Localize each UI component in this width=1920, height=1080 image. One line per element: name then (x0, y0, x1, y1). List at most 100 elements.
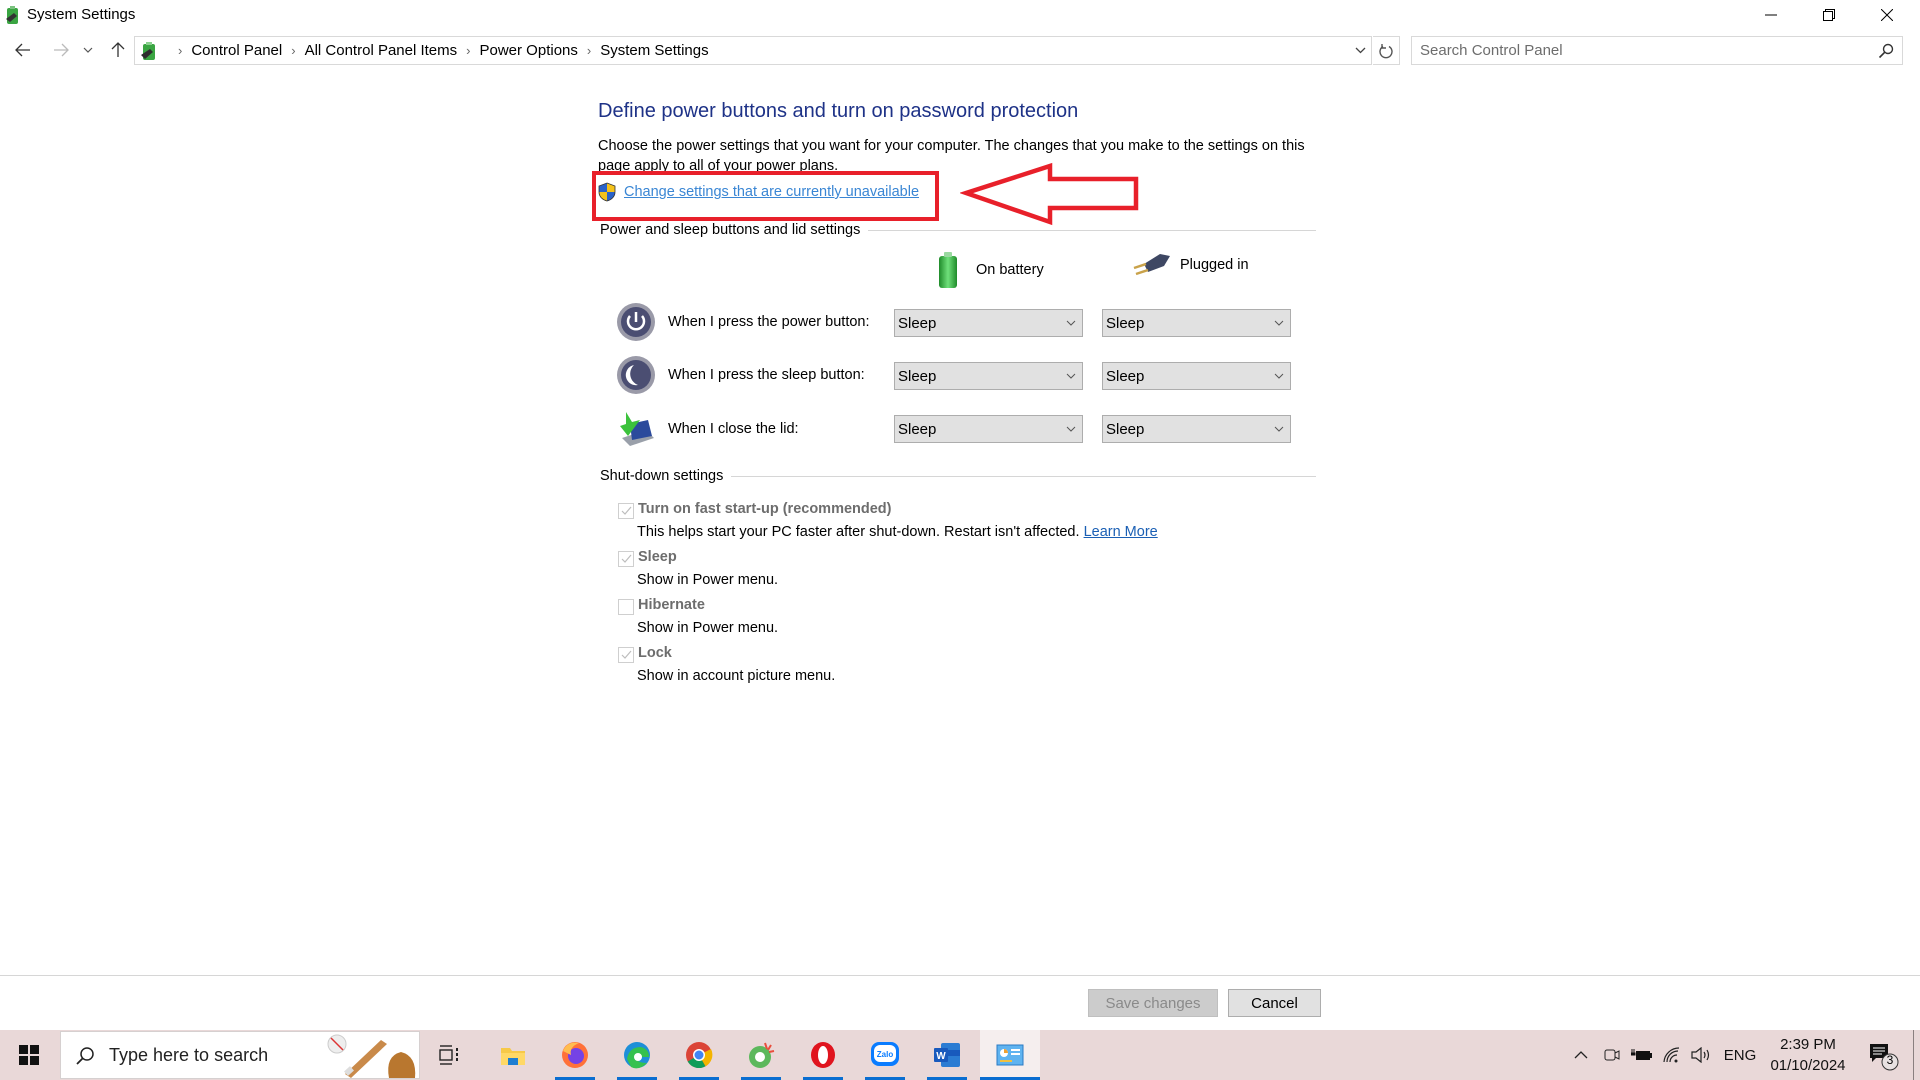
firefox-icon (562, 1042, 588, 1068)
volume-icon (1691, 1047, 1710, 1063)
baseball-doodle-icon (327, 1034, 416, 1078)
chevron-up-icon (1574, 1051, 1588, 1059)
checkmark-icon (621, 554, 632, 563)
select-value: Sleep (898, 314, 937, 332)
search-icon[interactable] (1878, 43, 1894, 59)
search-box[interactable] (1411, 36, 1903, 65)
show-hidden-icons-button[interactable] (1568, 1030, 1594, 1080)
restore-button[interactable] (1800, 0, 1858, 30)
power-button-plugged-in-select[interactable]: Sleep (1102, 309, 1291, 337)
notification-count: 3 (1886, 1053, 1894, 1067)
address-history-dropdown[interactable] (1349, 37, 1371, 64)
taskbar-app-opera[interactable] (793, 1030, 853, 1080)
refresh-button[interactable] (1373, 36, 1400, 65)
coccoc-icon (749, 1042, 775, 1068)
search-input[interactable] (1420, 37, 1860, 64)
taskbar-app-word[interactable]: W (917, 1030, 977, 1080)
windows-logo-icon (19, 1045, 39, 1065)
refresh-icon (1379, 43, 1393, 58)
breadcrumb-separator: › (586, 43, 592, 58)
select-value: Sleep (898, 367, 937, 385)
address-bar[interactable]: › Control Panel › All Control Panel Item… (134, 36, 1372, 65)
learn-more-link[interactable]: Learn More (1084, 524, 1158, 540)
sleep-label: Sleep (638, 549, 677, 565)
taskbar-search-placeholder: Type here to search (109, 1045, 269, 1065)
sleep-button-on-battery-select[interactable]: Sleep (894, 362, 1083, 390)
recent-locations-button[interactable] (80, 38, 96, 62)
battery-charging-icon (1631, 1049, 1652, 1060)
chevron-down-icon (1066, 373, 1076, 379)
show-desktop-button[interactable] (1913, 1030, 1914, 1080)
task-view-icon (439, 1045, 458, 1065)
close-lid-on-battery-select[interactable]: Sleep (894, 415, 1083, 443)
power-button-icon (617, 303, 655, 341)
breadcrumb-system-settings[interactable]: System Settings (600, 42, 708, 59)
taskbar-app-firefox[interactable] (545, 1030, 605, 1080)
arrow-left-icon (15, 43, 30, 57)
fast-startup-checkbox[interactable] (618, 503, 634, 519)
column-on-battery: On battery (936, 250, 1044, 290)
taskbar-search-box[interactable]: Type here to search (60, 1031, 420, 1079)
fast-startup-label: Turn on fast start-up (recommended) (638, 501, 892, 517)
zalo-icon: Zalo (871, 1042, 899, 1066)
select-value: Sleep (898, 420, 937, 438)
chevron-down-icon (1274, 426, 1284, 432)
taskbar-app-edge[interactable] (607, 1030, 667, 1080)
close-lid-plugged-in-select[interactable]: Sleep (1102, 415, 1291, 443)
tray-volume-button[interactable] (1688, 1030, 1716, 1080)
back-button[interactable] (11, 38, 35, 62)
column-label: Plugged in (1180, 257, 1249, 273)
power-group-label: Power and sleep buttons and lid settings (600, 222, 869, 238)
select-value: Sleep (1106, 420, 1145, 438)
clock-time: 2:39 PM (1780, 1036, 1836, 1053)
taskbar-app-chrome[interactable] (669, 1030, 729, 1080)
minimize-button[interactable] (1742, 0, 1800, 30)
cancel-button[interactable]: Cancel (1228, 989, 1321, 1017)
title-bar: System Settings (0, 0, 1920, 30)
minimize-icon (1765, 14, 1777, 16)
language-indicator[interactable]: ENG (1720, 1030, 1760, 1080)
camera-icon (1604, 1049, 1620, 1061)
breadcrumb-control-panel[interactable]: Control Panel (191, 42, 282, 59)
breadcrumb-separator: › (291, 43, 296, 58)
breadcrumb-separator: › (466, 43, 471, 58)
chevron-down-icon (83, 47, 93, 53)
checkmark-icon (621, 506, 632, 515)
sleep-checkbox[interactable] (618, 551, 634, 567)
sleep-button-label: When I press the sleep button: (668, 367, 865, 383)
breadcrumb: › Control Panel › All Control Panel Item… (169, 37, 709, 64)
taskbar-app-file-explorer[interactable] (483, 1030, 543, 1080)
page-title: Define power buttons and turn on passwor… (598, 100, 1079, 122)
clock-date: 01/10/2024 (1770, 1057, 1846, 1074)
hibernate-checkbox[interactable] (618, 599, 634, 615)
hibernate-desc: Show in Power menu. (637, 620, 779, 636)
control-panel-icon (996, 1044, 1024, 1066)
notification-icon (1870, 1044, 1899, 1071)
breadcrumb-all-items[interactable]: All Control Panel Items (305, 42, 458, 59)
notification-center-button[interactable]: 3 (1866, 1042, 1902, 1072)
tray-battery-button[interactable] (1628, 1030, 1656, 1080)
taskbar-app-control-panel[interactable] (980, 1030, 1040, 1080)
taskbar-app-coccoc[interactable] (731, 1030, 791, 1080)
lock-checkbox[interactable] (618, 647, 634, 663)
taskbar-app-zalo[interactable]: Zalo (855, 1030, 915, 1080)
opera-icon (811, 1042, 835, 1068)
tray-camera-icon-button[interactable] (1598, 1030, 1626, 1080)
clock[interactable]: 2:39 PM 01/10/2024 (1762, 1034, 1854, 1076)
svg-text:W: W (936, 1051, 946, 1062)
start-button[interactable] (0, 1030, 58, 1080)
up-button[interactable] (106, 38, 130, 62)
power-button-on-battery-select[interactable]: Sleep (894, 309, 1083, 337)
power-options-app-icon (6, 6, 18, 24)
breadcrumb-power-options[interactable]: Power Options (480, 42, 578, 59)
save-changes-button[interactable]: Save changes (1088, 989, 1218, 1017)
tray-wifi-button[interactable] (1658, 1030, 1686, 1080)
word-icon: W (934, 1043, 960, 1067)
close-button[interactable] (1858, 0, 1916, 30)
chevron-down-icon (1066, 320, 1076, 326)
sleep-button-plugged-in-select[interactable]: Sleep (1102, 362, 1291, 390)
taskbar-task-view[interactable] (420, 1030, 480, 1080)
search-icon (76, 1047, 94, 1065)
forward-button[interactable] (49, 38, 73, 62)
lock-desc: Show in account picture menu. (637, 668, 836, 684)
